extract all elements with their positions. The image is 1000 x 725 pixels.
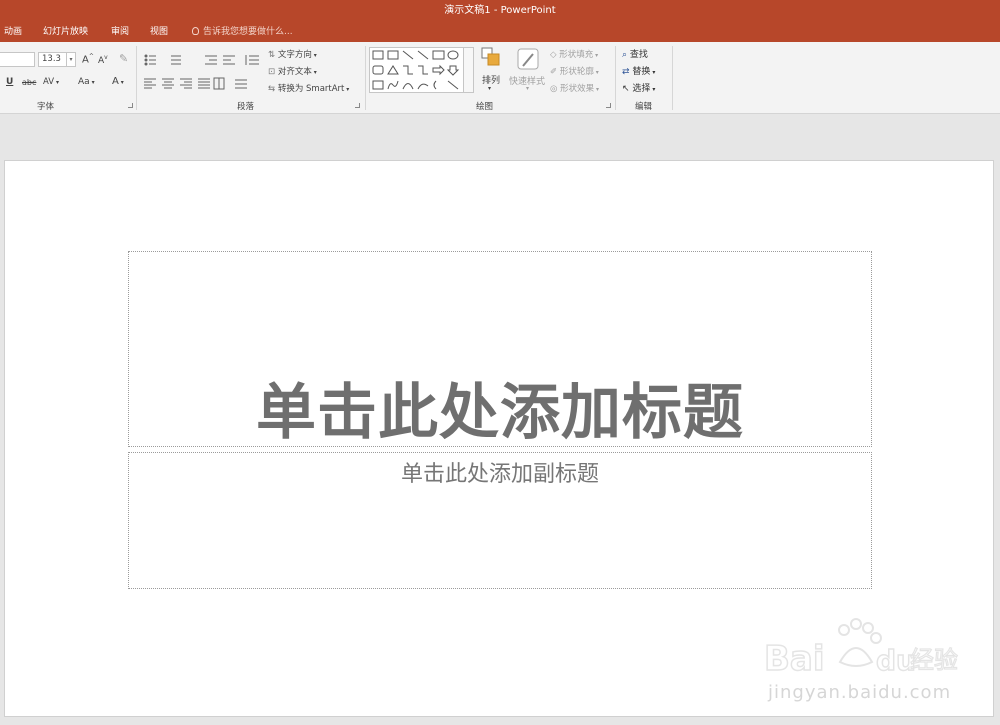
shape-outline-label: 形状轮廓 [559, 67, 594, 77]
quick-styles-icon [517, 48, 539, 70]
font-color-label: A [112, 76, 119, 87]
subtitle-placeholder[interactable]: 单击此处添加副标题 [128, 452, 872, 589]
group-divider [672, 46, 673, 110]
paint-bucket-icon: ◇ [550, 50, 560, 60]
replace-label: 替换 [632, 67, 651, 77]
chevron-down-icon: ▾ [66, 53, 75, 66]
font-group-label: 字体 [37, 102, 55, 112]
tell-me-placeholder: 告诉我您想要做什么... [203, 27, 293, 37]
select-button[interactable]: ↖ 选择 ▾ [622, 81, 655, 94]
font-color-button[interactable]: A ▾ [112, 76, 124, 87]
drawing-group-label: 绘图 [476, 102, 494, 112]
text-direction-button[interactable]: ⇅ 文字方向 ▾ [268, 48, 317, 60]
shape-outline-button[interactable]: ✐ 形状轮廓 ▾ [550, 65, 599, 77]
tab-view[interactable]: 视图 [150, 22, 168, 42]
font-name-input[interactable] [0, 52, 35, 67]
slide-workspace: 单击此处添加标题 单击此处添加副标题 Bai du 经验 jingyan.bai… [0, 115, 1000, 725]
group-divider [615, 46, 616, 110]
svg-text:Bai: Bai [764, 639, 825, 679]
drawing-dialog-launcher-icon[interactable] [606, 103, 611, 108]
list-and-indent-icons[interactable] [143, 52, 263, 68]
shape-effects-button[interactable]: ◎ 形状效果 ▾ [550, 82, 599, 94]
tab-animations[interactable]: 动画 [4, 22, 22, 42]
align-text-label: 对齐文本 [277, 67, 312, 77]
svg-text:经验: 经验 [910, 646, 958, 674]
window-title: 演示文稿1 - PowerPoint [444, 5, 556, 16]
shapes-gallery[interactable] [369, 47, 474, 93]
shapes-icon [372, 50, 460, 90]
align-text-button[interactable]: ⊡ 对齐文本 ▾ [268, 65, 317, 77]
baidu-watermark-logo: Bai du 经验 [763, 618, 959, 680]
tab-slideshow[interactable]: 幻灯片放映 [43, 22, 88, 42]
text-direction-label: 文字方向 [277, 50, 312, 60]
font-size-select[interactable]: 13.3 ▾ [38, 52, 76, 67]
ribbon-tabs: 动画 幻灯片放映 审阅 视图 告诉我您想要做什么... [0, 22, 1000, 42]
char-spacing-label: AV [43, 77, 55, 87]
change-case-label: Aa [78, 77, 90, 87]
paragraph-group-label: 段落 [237, 102, 255, 112]
font-dialog-launcher-icon[interactable] [128, 103, 133, 108]
effects-icon: ◎ [550, 84, 561, 94]
shape-fill-label: 形状填充 [559, 50, 594, 60]
replace-button[interactable]: ⇄ 替换 ▾ [622, 64, 655, 77]
shrink-font-button[interactable]: Av [98, 54, 108, 66]
find-label: 查找 [629, 50, 648, 60]
title-bar: 演示文稿1 - PowerPoint [0, 0, 1000, 22]
group-divider [365, 46, 366, 110]
chevron-down-icon: ▾ [526, 85, 530, 92]
char-spacing-button[interactable]: AV ▾ [43, 77, 59, 87]
replace-icon: ⇄ [622, 67, 633, 77]
paragraph-dialog-launcher-icon[interactable] [355, 103, 360, 108]
tab-review[interactable]: 审阅 [111, 22, 129, 42]
lightbulb-icon [192, 27, 199, 35]
arrange-icon [481, 47, 500, 66]
title-placeholder[interactable]: 单击此处添加标题 [128, 251, 872, 448]
gallery-scroll[interactable] [463, 48, 473, 92]
watermark-url: jingyan.baidu.com [768, 682, 952, 703]
subtitle-placeholder-text: 单击此处添加副标题 [400, 462, 599, 487]
tell-me-search[interactable]: 告诉我您想要做什么... [192, 22, 293, 42]
font-size-value: 13.3 [42, 54, 61, 64]
change-case-button[interactable]: Aa ▾ [78, 77, 95, 87]
shape-fill-button[interactable]: ◇ 形状填充 ▾ [550, 48, 598, 60]
title-placeholder-text: 单击此处添加标题 [256, 378, 744, 448]
find-button[interactable]: ⌕ 查找 [622, 47, 648, 60]
shape-effects-label: 形状效果 [560, 84, 595, 94]
convert-smartart-label: 转换为 SmartArt [277, 84, 345, 94]
select-label: 选择 [632, 84, 651, 94]
align-icons[interactable] [143, 76, 263, 92]
pen-icon: ✐ [550, 67, 560, 77]
ribbon: 13.3 ▾ A^ Av ✎ U abc AV ▾ Aa ▾ A ▾ 字体 ⇅ … [0, 42, 1000, 114]
convert-smartart-button[interactable]: ⇆ 转换为 SmartArt ▾ [268, 82, 349, 94]
grow-font-button[interactable]: A^ [82, 53, 94, 65]
cursor-icon: ↖ [622, 84, 633, 94]
underline-button[interactable]: U [6, 77, 13, 87]
search-icon: ⌕ [622, 50, 630, 60]
strikethrough-button[interactable]: abc [22, 78, 36, 87]
group-divider [136, 46, 137, 110]
editing-group-label: 编辑 [635, 102, 653, 112]
chevron-down-icon: ▾ [488, 85, 492, 92]
clear-format-icon[interactable]: ✎ [119, 52, 128, 65]
